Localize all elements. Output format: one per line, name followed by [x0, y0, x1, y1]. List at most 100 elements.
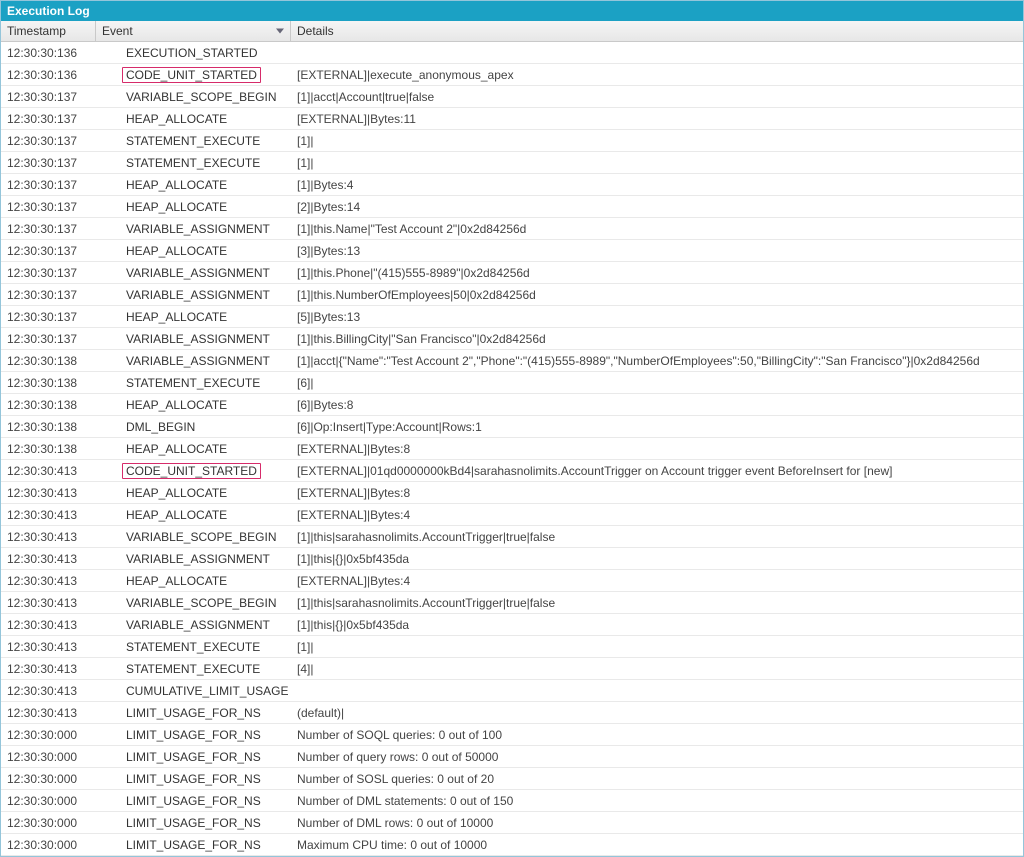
cell-event: VARIABLE_ASSIGNMENT — [96, 550, 291, 568]
cell-details: Maximum CPU time: 0 out of 10000 — [291, 836, 1023, 854]
table-row[interactable]: 12:30:30:413HEAP_ALLOCATE[EXTERNAL]|Byte… — [1, 570, 1023, 592]
table-row[interactable]: 12:30:30:413VARIABLE_SCOPE_BEGIN[1]|this… — [1, 526, 1023, 548]
cell-timestamp: 12:30:30:137 — [1, 110, 96, 128]
event-text: LIMIT_USAGE_FOR_NS — [126, 816, 261, 830]
table-row[interactable]: 12:30:30:413CODE_UNIT_STARTED[EXTERNAL]|… — [1, 460, 1023, 482]
table-row[interactable]: 12:30:30:138HEAP_ALLOCATE[6]|Bytes:8 — [1, 394, 1023, 416]
cell-event: HEAP_ALLOCATE — [96, 198, 291, 216]
cell-details: [1]|this|{}|0x5bf435da — [291, 550, 1023, 568]
table-row[interactable]: 12:30:30:138VARIABLE_ASSIGNMENT[1]|acct|… — [1, 350, 1023, 372]
table-row[interactable]: 12:30:30:137HEAP_ALLOCATE[1]|Bytes:4 — [1, 174, 1023, 196]
table-row[interactable]: 12:30:30:136 EXECUTION_STARTED — [1, 42, 1023, 64]
cell-details: [1]| — [291, 638, 1023, 656]
cell-timestamp: 12:30:30:138 — [1, 396, 96, 414]
cell-timestamp: 12:30:30:136 — [1, 66, 96, 84]
cell-details: Number of query rows: 0 out of 50000 — [291, 748, 1023, 766]
column-header-label: Event — [102, 24, 133, 38]
cell-timestamp: 12:30:30:137 — [1, 264, 96, 282]
chevron-down-icon[interactable] — [276, 29, 284, 34]
cell-details — [291, 689, 1023, 693]
cell-details: Number of DML statements: 0 out of 150 — [291, 792, 1023, 810]
cell-timestamp: 12:30:30:138 — [1, 418, 96, 436]
table-row[interactable]: 12:30:30:138DML_BEGIN[6]|Op:Insert|Type:… — [1, 416, 1023, 438]
table-row[interactable]: 12:30:30:137VARIABLE_ASSIGNMENT[1]|this.… — [1, 218, 1023, 240]
table-row[interactable]: 12:30:30:000LIMIT_USAGE_FOR_NSNumber of … — [1, 768, 1023, 790]
cell-event: HEAP_ALLOCATE — [96, 440, 291, 458]
cell-timestamp: 12:30:30:413 — [1, 462, 96, 480]
column-header-event[interactable]: Event — [96, 21, 291, 41]
cell-details: [1]|this.Phone|"(415)555-8989"|0x2d84256… — [291, 264, 1023, 282]
table-row[interactable]: 12:30:30:413VARIABLE_SCOPE_BEGIN[1]|this… — [1, 592, 1023, 614]
event-text: LIMIT_USAGE_FOR_NS — [126, 838, 261, 852]
cell-event: HEAP_ALLOCATE — [96, 110, 291, 128]
cell-details: [EXTERNAL]|Bytes:8 — [291, 484, 1023, 502]
cell-details: [1]|this.Name|"Test Account 2"|0x2d84256… — [291, 220, 1023, 238]
table-row[interactable]: 12:30:30:138STATEMENT_EXECUTE[6]| — [1, 372, 1023, 394]
table-row[interactable]: 12:30:30:137STATEMENT_EXECUTE[1]| — [1, 130, 1023, 152]
cell-timestamp: 12:30:30:137 — [1, 154, 96, 172]
cell-event: HEAP_ALLOCATE — [96, 484, 291, 502]
event-text: DML_BEGIN — [126, 420, 195, 434]
table-row[interactable]: 12:30:30:137HEAP_ALLOCATE[5]|Bytes:13 — [1, 306, 1023, 328]
table-row[interactable]: 12:30:30:137VARIABLE_ASSIGNMENT[1]|this.… — [1, 284, 1023, 306]
grid-header: Timestamp Event Details — [1, 21, 1023, 42]
cell-details: [EXTERNAL]|01qd0000000kBd4|sarahasnolimi… — [291, 462, 1023, 480]
cell-details — [291, 51, 1023, 55]
event-text: VARIABLE_ASSIGNMENT — [126, 222, 270, 236]
table-row[interactable]: 12:30:30:413VARIABLE_ASSIGNMENT[1]|this|… — [1, 548, 1023, 570]
cell-timestamp: 12:30:30:137 — [1, 330, 96, 348]
cell-event: VARIABLE_ASSIGNMENT — [96, 286, 291, 304]
event-text: HEAP_ALLOCATE — [126, 508, 227, 522]
cell-details: Number of SOQL queries: 0 out of 100 — [291, 726, 1023, 744]
cell-details: [EXTERNAL]|execute_anonymous_apex — [291, 66, 1023, 84]
table-row[interactable]: 12:30:30:413HEAP_ALLOCATE[EXTERNAL]|Byte… — [1, 482, 1023, 504]
cell-timestamp: 12:30:30:137 — [1, 176, 96, 194]
cell-event: CODE_UNIT_STARTED — [96, 461, 291, 481]
cell-timestamp: 12:30:30:000 — [1, 748, 96, 766]
cell-event: VARIABLE_ASSIGNMENT — [96, 352, 291, 370]
event-text: STATEMENT_EXECUTE — [126, 134, 260, 148]
table-row[interactable]: 12:30:30:413HEAP_ALLOCATE[EXTERNAL]|Byte… — [1, 504, 1023, 526]
table-row[interactable]: 12:30:30:413LIMIT_USAGE_FOR_NS(default)| — [1, 702, 1023, 724]
event-text: EXECUTION_STARTED — [126, 46, 258, 60]
table-row[interactable]: 12:30:30:138HEAP_ALLOCATE[EXTERNAL]|Byte… — [1, 438, 1023, 460]
table-row[interactable]: 12:30:30:136CODE_UNIT_STARTED[EXTERNAL]|… — [1, 64, 1023, 86]
cell-details: [1]|this|sarahasnolimits.AccountTrigger|… — [291, 594, 1023, 612]
cell-timestamp: 12:30:30:137 — [1, 132, 96, 150]
cell-details: [3]|Bytes:13 — [291, 242, 1023, 260]
cell-timestamp: 12:30:30:413 — [1, 550, 96, 568]
grid-body[interactable]: 12:30:30:136EXECUTION_STARTED12:30:30:13… — [1, 42, 1023, 856]
cell-event: HEAP_ALLOCATE — [96, 242, 291, 260]
table-row[interactable]: 12:30:30:137STATEMENT_EXECUTE[1]| — [1, 152, 1023, 174]
table-row[interactable]: 12:30:30:137VARIABLE_ASSIGNMENT[1]|this.… — [1, 262, 1023, 284]
cell-timestamp: 12:30:30:136 — [1, 44, 96, 62]
table-row[interactable]: 12:30:30:137HEAP_ALLOCATE[2]|Bytes:14 — [1, 196, 1023, 218]
table-row[interactable]: 12:30:30:000LIMIT_USAGE_FOR_NSNumber of … — [1, 746, 1023, 768]
column-header-details[interactable]: Details — [291, 21, 1023, 41]
table-row[interactable]: 12:30:30:000LIMIT_USAGE_FOR_NSNumber of … — [1, 724, 1023, 746]
cell-timestamp: 12:30:30:000 — [1, 726, 96, 744]
table-row[interactable]: 12:30:30:137VARIABLE_ASSIGNMENT[1]|this.… — [1, 328, 1023, 350]
cell-event: VARIABLE_ASSIGNMENT — [96, 616, 291, 634]
cell-details: [1]|acct|{"Name":"Test Account 2","Phone… — [291, 352, 1023, 370]
cell-timestamp: 12:30:30:137 — [1, 242, 96, 260]
table-row[interactable]: 12:30:30:137VARIABLE_SCOPE_BEGIN[1]|acct… — [1, 86, 1023, 108]
cell-event: HEAP_ALLOCATE — [96, 396, 291, 414]
cell-details: [1]|this.BillingCity|"San Francisco"|0x2… — [291, 330, 1023, 348]
cell-details: [1]|Bytes:4 — [291, 176, 1023, 194]
cell-event: LIMIT_USAGE_FOR_NS — [96, 704, 291, 722]
table-row[interactable]: 12:30:30:413CUMULATIVE_LIMIT_USAGE — [1, 680, 1023, 702]
table-row[interactable]: 12:30:30:000LIMIT_USAGE_FOR_NSMaximum CP… — [1, 834, 1023, 856]
column-header-timestamp[interactable]: Timestamp — [1, 21, 96, 41]
table-row[interactable]: 12:30:30:137HEAP_ALLOCATE[3]|Bytes:13 — [1, 240, 1023, 262]
table-row[interactable]: 12:30:30:413VARIABLE_ASSIGNMENT[1]|this|… — [1, 614, 1023, 636]
execution-log-panel: Execution Log Timestamp Event Details 12… — [0, 0, 1024, 857]
cell-event: VARIABLE_ASSIGNMENT — [96, 330, 291, 348]
table-row[interactable]: 12:30:30:000LIMIT_USAGE_FOR_NSNumber of … — [1, 812, 1023, 834]
table-row[interactable]: 12:30:30:137HEAP_ALLOCATE[EXTERNAL]|Byte… — [1, 108, 1023, 130]
table-row[interactable]: 12:30:30:000LIMIT_USAGE_FOR_NSNumber of … — [1, 790, 1023, 812]
cell-timestamp: 12:30:30:000 — [1, 814, 96, 832]
table-row[interactable]: 12:30:30:413STATEMENT_EXECUTE[4]| — [1, 658, 1023, 680]
event-text: VARIABLE_ASSIGNMENT — [126, 288, 270, 302]
table-row[interactable]: 12:30:30:413STATEMENT_EXECUTE[1]| — [1, 636, 1023, 658]
